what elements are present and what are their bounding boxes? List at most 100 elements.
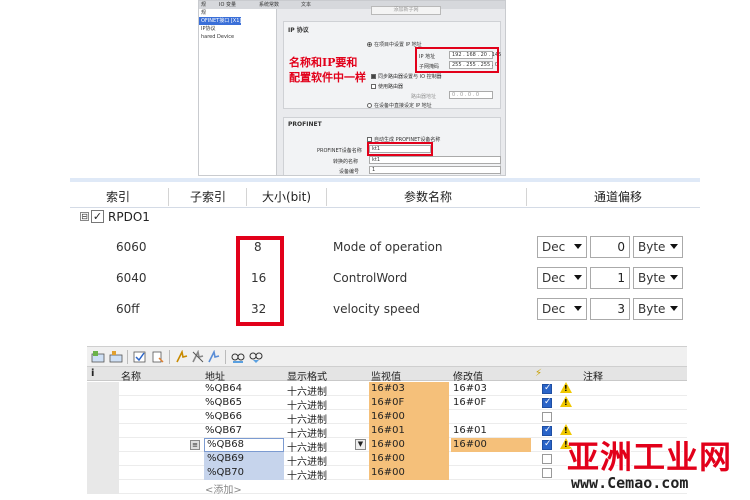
tab-io-tags[interactable]: IO 变量 — [217, 1, 238, 9]
header-channel-offset: 通道偏移 — [594, 190, 643, 204]
modify-value-cell[interactable]: 16#01 — [453, 425, 487, 436]
dropdown-arrow-icon — [670, 275, 678, 280]
router-address-field[interactable]: 0 . 0 . 0 . 0 — [449, 91, 493, 99]
annotation-line-2: 配置软件中一样 — [289, 71, 366, 84]
pdo-param-name: ControlWord — [333, 271, 408, 285]
pdo-index: 6060 — [116, 240, 147, 254]
collapse-toggle-icon[interactable]: ⊟ — [80, 212, 89, 221]
pdo-table-header: 索引 子索引 大小(bit) 参数名称 通道偏移 — [70, 178, 700, 208]
converted-name-field: kt1 — [369, 156, 501, 164]
device-name-red-highlight — [367, 142, 433, 156]
modify-value-cell[interactable]: 16#0F — [453, 397, 486, 408]
header-divider — [168, 188, 169, 206]
format-select[interactable]: Dec — [537, 236, 587, 258]
tab-texts[interactable]: 文本 — [299, 1, 313, 9]
ip-section-title: IP 协议 — [288, 27, 309, 34]
lightning-icon: ⚡ — [535, 368, 543, 379]
tree-item-ip-protocol[interactable]: IP协议 — [199, 25, 276, 33]
modify-checkbox[interactable] — [542, 468, 552, 478]
header-subindex: 子索引 — [190, 190, 227, 204]
watermark-logo: 亚洲工业网 — [567, 438, 733, 476]
monitor-all-icon[interactable] — [231, 350, 245, 364]
pdo-row: 60ff 32 velocity speed Dec 3 Byte — [70, 296, 700, 324]
force-all-icon[interactable] — [207, 350, 221, 364]
use-router-checkbox[interactable]: 使用路由器 — [371, 83, 403, 90]
monitor-now-icon[interactable] — [249, 350, 263, 364]
modify-checkbox[interactable] — [542, 425, 552, 436]
header-index: 索引 — [106, 190, 131, 204]
offset-input[interactable]: 3 — [590, 298, 630, 320]
address-cell[interactable]: %QB70 — [207, 467, 244, 478]
row-index-cell — [87, 480, 119, 494]
watch-row[interactable]: %QB65 十六进制 16#0F 16#0F — [87, 396, 687, 412]
offset-input[interactable]: 1 — [590, 267, 630, 289]
pdo-index: 60ff — [116, 302, 140, 316]
address-cell[interactable]: %QB65 — [205, 397, 242, 408]
property-tabs: 规 IO 变量 系统常数 文本 — [199, 1, 505, 9]
row-index-cell — [87, 424, 119, 438]
modify-value-cell[interactable]: 16#00 — [453, 439, 487, 450]
device-number-label: 设备编号 — [339, 169, 360, 175]
modify-checkbox[interactable] — [542, 397, 552, 408]
modify-checkbox[interactable] — [542, 454, 552, 464]
address-cell[interactable]: %QB64 — [205, 383, 242, 394]
modify-now-icon[interactable] — [133, 350, 147, 364]
format-dropdown-icon[interactable]: ▼ — [355, 439, 366, 450]
tree-item-shared-device[interactable]: hared Device — [199, 33, 276, 41]
monitor-value-cell: 16#00 — [371, 411, 405, 422]
address-cell[interactable]: %QB66 — [205, 411, 242, 422]
radio-set-ip-on-device[interactable]: 在设备中直接设定 IP 地址 — [367, 102, 432, 109]
insert-row-icon[interactable] — [91, 350, 105, 364]
tab-general[interactable]: 规 — [199, 1, 208, 9]
unit-select[interactable]: Byte — [633, 298, 683, 320]
watch-row[interactable]: %QB64 十六进制 16#03 16#03 — [87, 382, 687, 398]
address-cell[interactable]: %QB67 — [205, 425, 242, 436]
watch-row[interactable]: %QB66 十六进制 16#00 — [87, 410, 687, 426]
offset-input[interactable]: 0 — [590, 236, 630, 258]
modify-trigger-icon[interactable] — [151, 350, 165, 364]
monitor-value-cell: 16#00 — [371, 439, 405, 450]
unit-select[interactable]: Byte — [633, 267, 683, 289]
profinet-config-screenshot: 规 IO 变量 系统常数 文本 规 OFINET接口 [X1] IP协议 har… — [198, 0, 506, 176]
add-row-placeholder[interactable]: <添加> — [205, 481, 242, 496]
watch-toolbar — [87, 347, 687, 367]
modify-checkbox[interactable] — [542, 439, 552, 450]
add-row-icon[interactable] — [109, 350, 123, 364]
pdo-index: 6040 — [116, 271, 147, 285]
red-annotation: 名称和IP要和 配置软件中一样 — [289, 55, 366, 85]
unit-select[interactable]: Byte — [633, 236, 683, 258]
converted-name-label: 转换的名称 — [333, 159, 359, 165]
pdo-param-name: velocity speed — [333, 302, 420, 316]
tree-item-profinet-interface[interactable]: OFINET接口 [X1] — [199, 17, 241, 25]
toolbar-separator — [225, 350, 226, 364]
edit-cell-icon[interactable]: ≡ — [190, 440, 200, 450]
rpdo1-checkbox[interactable]: ✓ — [91, 210, 104, 223]
format-select[interactable]: Dec — [537, 267, 587, 289]
modify-checkbox[interactable] — [542, 412, 552, 422]
dropdown-arrow-icon — [670, 306, 678, 311]
modify-value-cell[interactable]: 16#03 — [453, 383, 487, 394]
modify-checkbox[interactable] — [542, 383, 552, 394]
monitor-value-cell: 16#0F — [371, 397, 405, 408]
device-name-label: PROFINET设备名称 — [317, 148, 362, 154]
address-cell[interactable]: %QB68 — [207, 439, 244, 450]
radio-set-ip-in-project[interactable]: 在项目中设置 IP 地址 — [367, 41, 422, 48]
tab-system-constants[interactable]: 系统常数 — [257, 1, 281, 9]
address-cell[interactable]: %QB69 — [207, 453, 244, 464]
rpdo1-label: RPDO1 — [108, 209, 150, 224]
toolbar-separator — [127, 350, 128, 364]
add-subnet-button[interactable]: 添加新子网 — [371, 6, 441, 15]
monitor-value-cell: 16#01 — [371, 425, 405, 436]
row-index-cell — [87, 382, 119, 396]
format-select[interactable]: Dec — [537, 298, 587, 320]
sync-router-checkbox[interactable]: 同步路由器设置与 IO 控制器 — [371, 73, 442, 80]
monitor-value-cell: 16#03 — [371, 383, 405, 394]
tree-item-general[interactable]: 规 — [199, 9, 276, 17]
header-info-icon: i — [91, 368, 95, 379]
header-comment: 注释 — [583, 372, 603, 383]
header-divider — [526, 188, 527, 206]
row-index-cell — [87, 466, 119, 480]
header-divider — [326, 188, 327, 206]
stop-force-icon[interactable] — [191, 350, 205, 364]
force-icon[interactable] — [175, 350, 189, 364]
